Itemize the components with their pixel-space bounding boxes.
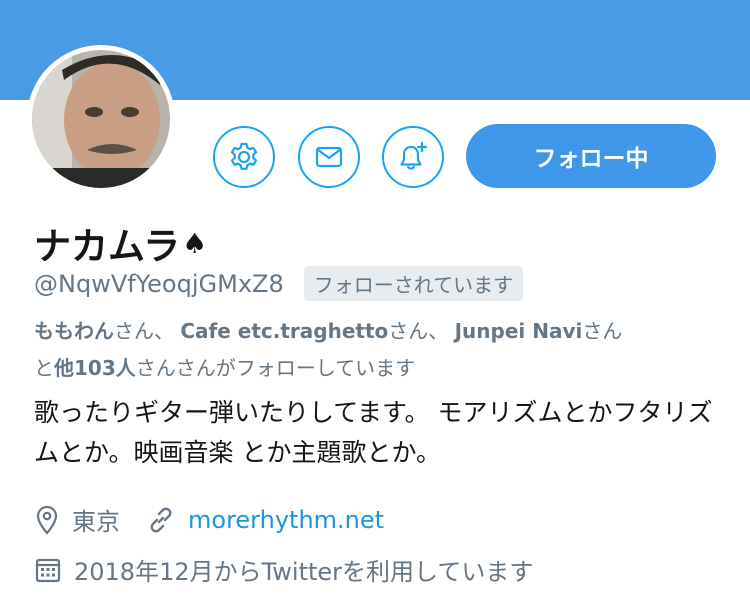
follower-name[interactable]: Junpei Navi — [455, 319, 583, 343]
handle-row: @NqwVfYeoqjGMxZ8 フォローされています — [34, 266, 524, 301]
profile-name-row: ナカムラ ♠ — [34, 216, 207, 270]
link-icon — [146, 505, 176, 535]
follower-suffix: さん — [582, 319, 623, 343]
location-website-row: 東京 morerhythm.net — [34, 502, 384, 537]
following-button[interactable]: フォロー中 — [466, 124, 716, 188]
settings-button[interactable] — [213, 126, 275, 188]
follower-suffix: さん、 — [388, 319, 449, 343]
notifications-button[interactable] — [382, 126, 444, 188]
joined-date-text: 2018年12月からTwitterを利用しています — [74, 558, 534, 586]
avatar[interactable] — [27, 45, 175, 193]
avatar-photo — [32, 50, 170, 188]
settings-gear-icon — [230, 142, 258, 170]
profile-bio: 歌ったりギター弾いたりしてます。 モアリズムとかフタリズムとか。映画音楽 とか主… — [34, 398, 713, 467]
follows-you-badge: フォローされています — [303, 266, 524, 301]
notification-bell-plus-icon — [400, 141, 428, 170]
joined-row: 2018年12月からTwitterを利用しています — [34, 552, 533, 587]
follower-name[interactable]: ももわん — [34, 319, 114, 343]
username-handle: @NqwVfYeoqjGMxZ8 — [34, 269, 284, 298]
message-button[interactable] — [298, 126, 360, 188]
calendar-icon — [34, 556, 62, 584]
followed-by-suffix: さんさんがフォローしています — [135, 356, 416, 380]
name-suffix-emoji: ♠ — [182, 226, 208, 260]
followed-by-text[interactable]: ももわんさん、 Cafe etc.traghettoさん、 Junpei Nav… — [34, 313, 724, 387]
location-pin-icon — [34, 505, 60, 535]
location-text: 東京 — [72, 508, 120, 536]
follower-name[interactable]: Cafe etc.traghetto — [180, 319, 388, 343]
website-link[interactable]: morerhythm.net — [188, 506, 384, 534]
other-followers-count[interactable]: 他103人 — [54, 356, 136, 380]
follower-suffix: さん、 — [114, 319, 174, 343]
display-name: ナカムラ — [34, 225, 181, 268]
follower-conjunction: と — [34, 356, 54, 380]
message-envelope-icon — [315, 146, 343, 168]
